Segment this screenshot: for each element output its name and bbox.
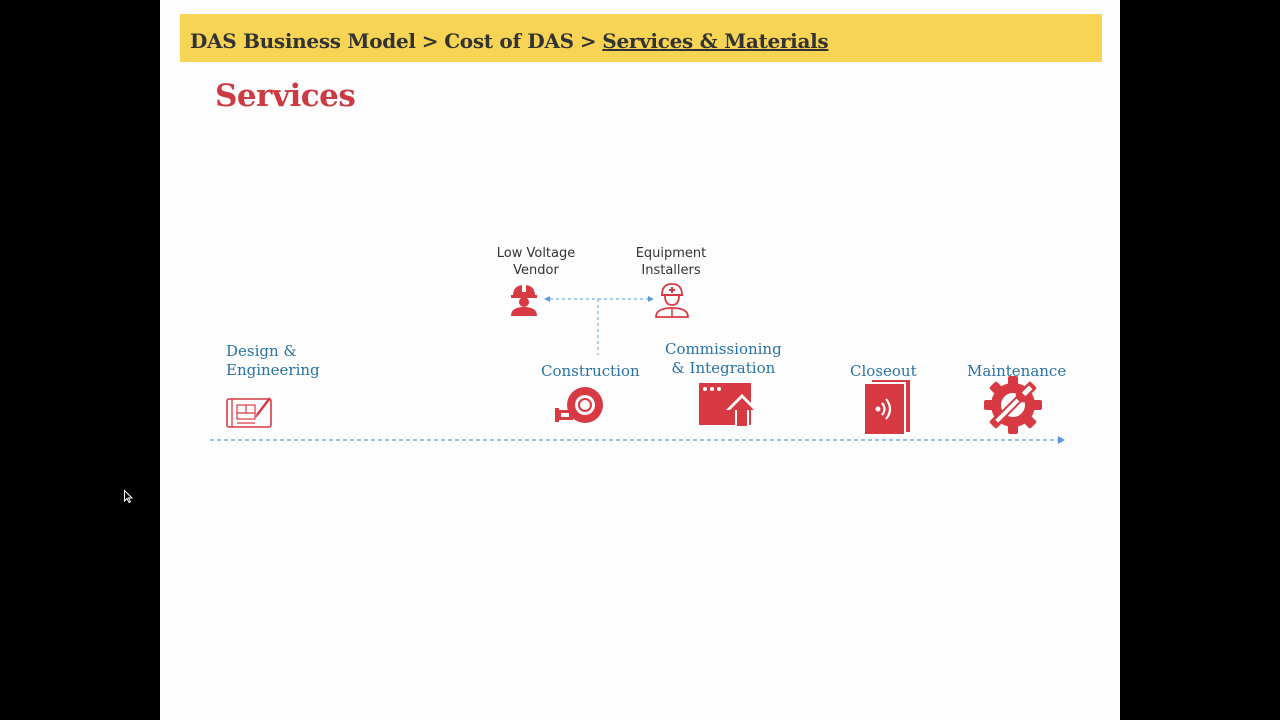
slide: DAS Business Model > Cost of DAS > Services … [160,0,1120,720]
role-label-equipment-installers: Equipment Installers [635,246,707,278]
blueprint-icon [225,395,275,435]
mouse-cursor-icon [124,488,134,507]
role-connector-arrowhead-left [544,296,550,302]
tape-measure-icon [553,386,607,430]
hardhat-worker-icon [509,282,539,321]
document-signal-icon [864,378,912,440]
timeline-arrowhead [1058,436,1065,444]
nurse-worker-icon [654,282,690,322]
role-label-low-voltage-vendor: Low Voltage Vendor [496,246,576,278]
stage-label-commissioning-integration: Commissioning & Integration [665,340,782,377]
stage-label-design-engineering: Design & Engineering [226,342,320,379]
browser-upload-icon [698,382,760,432]
gear-wrench-icon [984,376,1044,440]
stage-label-construction: Construction [541,362,640,380]
